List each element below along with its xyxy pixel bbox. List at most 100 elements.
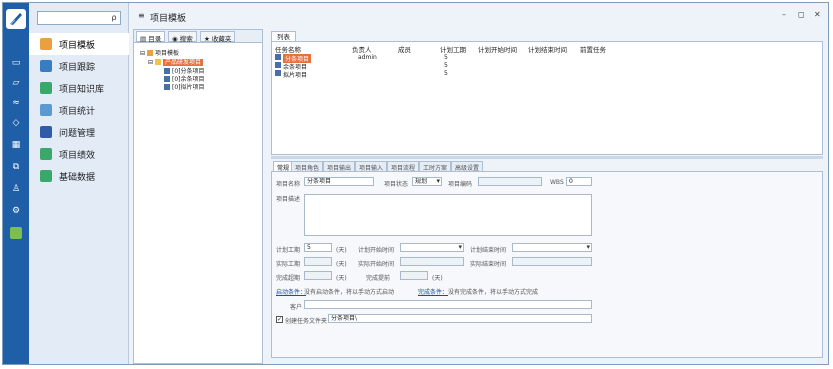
start-condition-text: 没有启动条件，将以手动方式启动: [304, 289, 395, 296]
overdue-label: 完成超期: [276, 275, 301, 282]
close-button[interactable]: ✕: [814, 10, 821, 19]
cube-icon[interactable]: ◇: [10, 117, 22, 129]
wbs-field[interactable]: 0: [566, 177, 592, 186]
menu-item[interactable]: 项目绩效: [29, 143, 129, 165]
unit-label: (天): [432, 275, 443, 282]
gear-icon[interactable]: ⚙: [10, 205, 22, 217]
task-icon: [275, 62, 281, 68]
tree-item[interactable]: [0]拟片项目: [164, 82, 205, 91]
actual-days-label: 实际工期: [276, 261, 301, 268]
desc-label: 项目描述: [276, 196, 301, 203]
column-header[interactable]: 计划结束时间: [528, 44, 567, 54]
create-folder-checkbox[interactable]: ✓: [276, 316, 283, 323]
wave-icon[interactable]: ≈: [10, 97, 22, 109]
page-title: 项目模板: [150, 14, 187, 24]
tree-folder[interactable]: ⊟ 产品研发项目: [148, 57, 203, 66]
page-header: ≡ 项目模板 – ◻ ✕: [130, 3, 828, 29]
plan-days-field[interactable]: 5: [304, 243, 332, 252]
tab-label: 搜索: [179, 35, 193, 43]
menu-item-label: 项目绩效: [59, 151, 96, 161]
task-grid: 任务名称 负责人 成员 计划工期 计划开始时间 计划结束时间 前置任务 分条项目 admin 5…: [271, 41, 823, 155]
tab-directory[interactable]: ▤ 目录: [136, 31, 166, 43]
restore-button[interactable]: ◻: [798, 10, 805, 19]
plan-start-label: 计划开始时间: [358, 247, 395, 254]
tree-tabs: ▤ 目录 ◉ 搜索 ★ 收藏夹: [134, 30, 262, 43]
plan-end-label: 计划结束时间: [470, 247, 507, 254]
menu-item[interactable]: 项目统计: [29, 99, 129, 121]
menu-item[interactable]: 项目模板: [29, 33, 129, 55]
detail-tab[interactable]: 常规: [273, 161, 294, 172]
detail-tabs: 常规 项目角色 项目输出 项目输入 项目流程 工时方案 高级设置: [271, 160, 823, 172]
note-icon[interactable]: [10, 227, 22, 239]
advance-label: 完成提前: [366, 275, 391, 282]
column-header[interactable]: 计划工期: [440, 44, 466, 54]
menu-item-label: 项目模板: [59, 41, 96, 51]
detail-tab[interactable]: 工时方案: [419, 161, 452, 172]
user-icon[interactable]: ♙: [10, 183, 22, 195]
collapse-icon[interactable]: ⊟: [148, 59, 153, 66]
detail-form: 项目名称 分条项目 项目状态 规划 项目编码 WBS 0 项目描述 计划工期 5…: [271, 172, 823, 358]
menu-item[interactable]: 项目跟踪: [29, 55, 129, 77]
unit-label: (天): [336, 275, 347, 282]
column-header[interactable]: 计划开始时间: [478, 44, 517, 54]
detail-tab[interactable]: 项目输入: [355, 161, 388, 172]
customer-field[interactable]: [304, 300, 592, 309]
tab-favorites[interactable]: ★ 收藏夹: [200, 31, 236, 43]
search-box[interactable]: ρ: [37, 11, 121, 25]
tree-root-label: 项目模板: [154, 50, 179, 57]
plan-start-field[interactable]: [400, 243, 464, 252]
create-folder-label: 创建任务文件夹: [285, 318, 328, 325]
menu-item[interactable]: 问题管理: [29, 121, 129, 143]
menu-item[interactable]: 项目知识库: [29, 77, 129, 99]
detail-tab[interactable]: 项目角色: [291, 161, 324, 172]
monitor-icon[interactable]: ▭: [10, 57, 22, 69]
menu-item-label: 问题管理: [59, 129, 96, 139]
tab-label: 收藏夹: [211, 35, 232, 43]
column-header[interactable]: 负责人: [352, 44, 372, 54]
actual-start-label: 实际开始时间: [358, 261, 395, 268]
column-header[interactable]: 任务名称: [275, 44, 301, 54]
actual-days-field[interactable]: [304, 257, 332, 266]
column-header[interactable]: 成员: [398, 44, 411, 54]
actual-end-field[interactable]: [512, 257, 592, 266]
minimize-button[interactable]: –: [782, 10, 786, 19]
finish-condition-link[interactable]: 完成条件：: [418, 287, 448, 296]
customer-label: 客户: [290, 304, 303, 311]
folder-icon: [146, 50, 153, 56]
name-field[interactable]: 分条项目: [304, 177, 374, 186]
desc-textarea[interactable]: [304, 194, 592, 236]
overdue-field[interactable]: [304, 271, 332, 280]
tab-search[interactable]: ◉ 搜索: [168, 31, 197, 43]
collapse-icon[interactable]: ⊟: [140, 50, 145, 57]
column-header[interactable]: 前置任务: [580, 44, 606, 54]
code-field[interactable]: [478, 177, 542, 186]
tree-panel: ▤ 目录 ◉ 搜索 ★ 收藏夹 ⊟ 项目模板 ⊟ 产品研发项目 [0]分条项目[…: [133, 29, 263, 364]
hamburger-icon[interactable]: ≡: [138, 11, 145, 20]
folder-icon[interactable]: ▱: [10, 77, 22, 89]
task-name-cell: 拟片项目: [283, 72, 308, 79]
name-label: 项目名称: [276, 181, 301, 188]
plan-end-field[interactable]: [512, 243, 592, 252]
search-icon[interactable]: ρ: [108, 12, 120, 24]
splitter[interactable]: [271, 156, 823, 159]
unit-label: (天): [336, 261, 347, 268]
actual-start-field[interactable]: [400, 257, 464, 266]
start-condition-link[interactable]: 启动条件：: [276, 287, 306, 296]
detail-tab[interactable]: 项目流程: [387, 161, 420, 172]
issue-icon: [40, 126, 52, 138]
detail-tab[interactable]: 高级设置: [451, 161, 484, 172]
status-select[interactable]: 规划: [412, 177, 442, 186]
template-icon: [40, 38, 52, 50]
menu-item[interactable]: 基础数据: [29, 165, 129, 187]
task-icon: [164, 84, 170, 90]
tree-root[interactable]: ⊟ 项目模板: [140, 48, 179, 57]
create-folder-field[interactable]: 分条项目\: [328, 314, 592, 323]
app-logo: [6, 9, 26, 29]
days-cell: 5: [444, 62, 448, 69]
advance-field[interactable]: [400, 271, 428, 280]
link-icon[interactable]: ⧉: [10, 161, 22, 173]
tab-list[interactable]: 列表: [271, 31, 296, 41]
detail-tab[interactable]: 项目输出: [323, 161, 356, 172]
knowledge-icon: [40, 82, 52, 94]
grid-icon[interactable]: ▦: [10, 139, 22, 151]
